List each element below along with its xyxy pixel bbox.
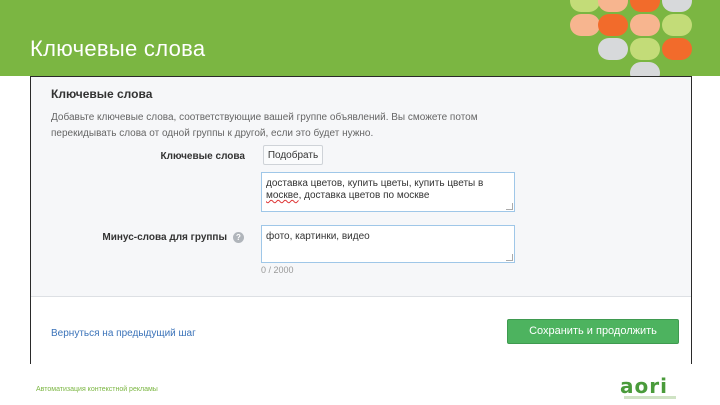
keywords-form-panel: Ключевые слова Добавьте ключевые слова, …: [30, 76, 692, 364]
minus-words-textarea[interactable]: фото, картинки, видео: [261, 225, 515, 263]
back-link[interactable]: Вернуться на предыдущий шаг: [51, 328, 196, 339]
dot: [630, 38, 660, 60]
dot: [662, 38, 692, 60]
question-circle-icon[interactable]: ?: [233, 232, 244, 243]
panel-footer: Вернуться на предыдущий шаг Сохранить и …: [31, 296, 691, 364]
resize-handle[interactable]: [506, 254, 513, 261]
slide-title: Ключевые слова: [30, 36, 206, 61]
aori-logo: aori: [620, 374, 676, 400]
minus-words-label: Минус-слова для группы: [102, 232, 227, 243]
dot: [598, 0, 628, 12]
dot: [630, 0, 660, 12]
slide-footer-text: Автоматизация контекстной рекламы: [36, 386, 158, 393]
dot: [570, 0, 600, 12]
keywords-textarea[interactable]: доставка цветов, купить цветы, купить цв…: [261, 172, 515, 212]
keywords-text-line1: доставка цветов, купить цветы, купить цв…: [266, 178, 484, 189]
dot: [662, 14, 692, 36]
dot: [630, 62, 660, 76]
resize-handle[interactable]: [506, 203, 513, 210]
panel-description: Добавьте ключевые слова, соответствующие…: [51, 112, 478, 139]
minus-words-text: фото, картинки, видео: [266, 231, 370, 242]
char-counter: 0 / 2000: [261, 265, 294, 275]
dot: [570, 14, 600, 36]
misspelled-word: москве: [266, 190, 299, 201]
pick-keywords-button[interactable]: Подобрать: [263, 145, 323, 165]
logo-text: aori: [620, 374, 668, 398]
decorative-dots: [560, 0, 720, 76]
dot: [598, 14, 628, 36]
panel-heading: Ключевые слова: [51, 87, 153, 101]
save-and-continue-button[interactable]: Сохранить и продолжить: [507, 319, 679, 344]
dot: [598, 38, 628, 60]
dot: [630, 14, 660, 36]
logo-underline: [624, 396, 676, 399]
slide-header: Ключевые слова: [0, 0, 720, 76]
keywords-label: Ключевые слова: [160, 151, 245, 162]
dot: [662, 0, 692, 12]
keywords-text-line2: , доставка цветов по москве: [298, 190, 430, 201]
